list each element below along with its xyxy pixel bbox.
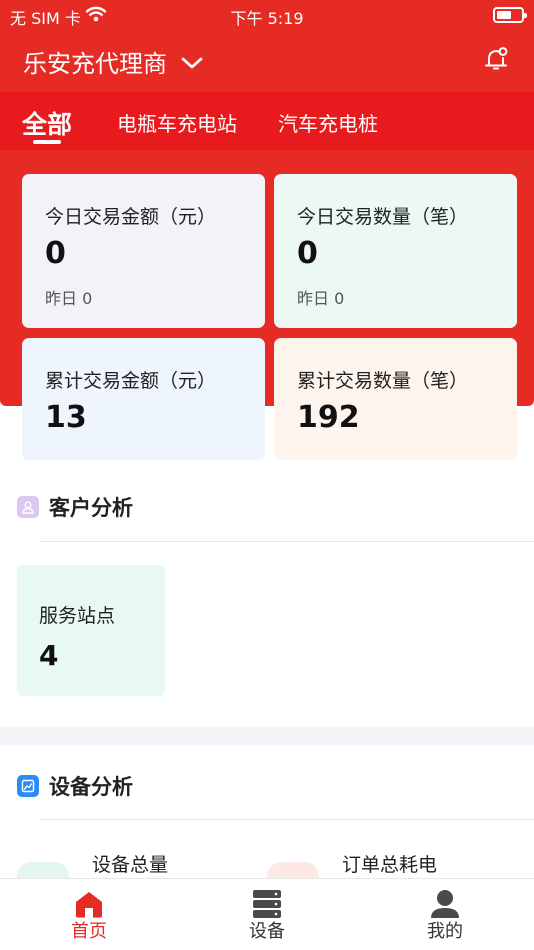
divider bbox=[40, 819, 534, 820]
total-count-card[interactable]: 累计交易数量（笔） 192 bbox=[274, 338, 517, 460]
tab-car-charger[interactable]: 汽车充电桩 bbox=[278, 108, 378, 137]
nav-label: 首页 bbox=[71, 921, 107, 942]
status-bar: 无 SIM 卡 下午 5:19 bbox=[0, 0, 534, 32]
nav-equipment[interactable]: 设备 bbox=[207, 879, 327, 950]
card-value: 13 bbox=[45, 400, 87, 435]
user-icon bbox=[17, 496, 39, 518]
card-label: 今日交易金额（元） bbox=[45, 206, 217, 228]
divider bbox=[40, 541, 534, 542]
tab-all[interactable]: 全部 bbox=[22, 105, 72, 141]
section-title: 设备分析 bbox=[49, 775, 133, 799]
card-label: 服务站点 bbox=[39, 605, 116, 627]
card-sub: 昨日 0 bbox=[45, 289, 93, 308]
chevron-down-icon bbox=[181, 49, 203, 77]
device-section-header: 设备分析 bbox=[17, 771, 133, 801]
card-value: 0 bbox=[45, 236, 66, 271]
status-time: 下午 5:19 bbox=[230, 9, 304, 28]
total-amount-card[interactable]: 累计交易金额（元） 13 bbox=[22, 338, 265, 460]
person-icon bbox=[430, 889, 460, 919]
tab-active-indicator bbox=[33, 140, 61, 144]
nav-home[interactable]: 首页 bbox=[29, 879, 149, 950]
nav-label: 设备 bbox=[249, 921, 285, 942]
card-label: 今日交易数量（笔） bbox=[297, 206, 469, 228]
device-total-label: 设备总量 bbox=[92, 854, 169, 876]
card-label: 累计交易数量（笔） bbox=[297, 370, 469, 392]
chart-icon bbox=[17, 775, 39, 797]
battery-level bbox=[497, 11, 511, 19]
customer-section-header: 客户分析 bbox=[17, 492, 133, 522]
card-value: 4 bbox=[39, 639, 59, 672]
service-sites-card[interactable]: 服务站点 4 bbox=[17, 565, 165, 696]
server-icon bbox=[252, 889, 282, 919]
home-icon bbox=[74, 889, 104, 919]
page-title: 乐安充代理商 bbox=[23, 50, 167, 78]
card-value: 192 bbox=[297, 400, 360, 435]
nav-label: 我的 bbox=[427, 921, 463, 942]
section-gap bbox=[0, 727, 534, 745]
battery-icon bbox=[493, 7, 527, 23]
category-tabs: 全部 电瓶车充电站 汽车充电桩 bbox=[0, 92, 534, 150]
today-amount-card[interactable]: 今日交易金额（元） 0 昨日 0 bbox=[22, 174, 265, 328]
agent-selector[interactable]: 乐安充代理商 bbox=[23, 44, 203, 79]
card-label: 累计交易金额（元） bbox=[45, 370, 217, 392]
section-title: 客户分析 bbox=[49, 496, 133, 520]
card-sub: 昨日 0 bbox=[297, 289, 345, 308]
tab-ebike-station[interactable]: 电瓶车充电站 bbox=[117, 108, 237, 137]
nav-profile[interactable]: 我的 bbox=[385, 879, 505, 950]
bottom-nav: 首页 设备 我的 bbox=[0, 878, 534, 950]
bell-icon[interactable] bbox=[484, 46, 510, 76]
order-power-label: 订单总耗电 bbox=[342, 854, 438, 876]
today-count-card[interactable]: 今日交易数量（笔） 0 昨日 0 bbox=[274, 174, 517, 328]
card-value: 0 bbox=[297, 236, 318, 271]
